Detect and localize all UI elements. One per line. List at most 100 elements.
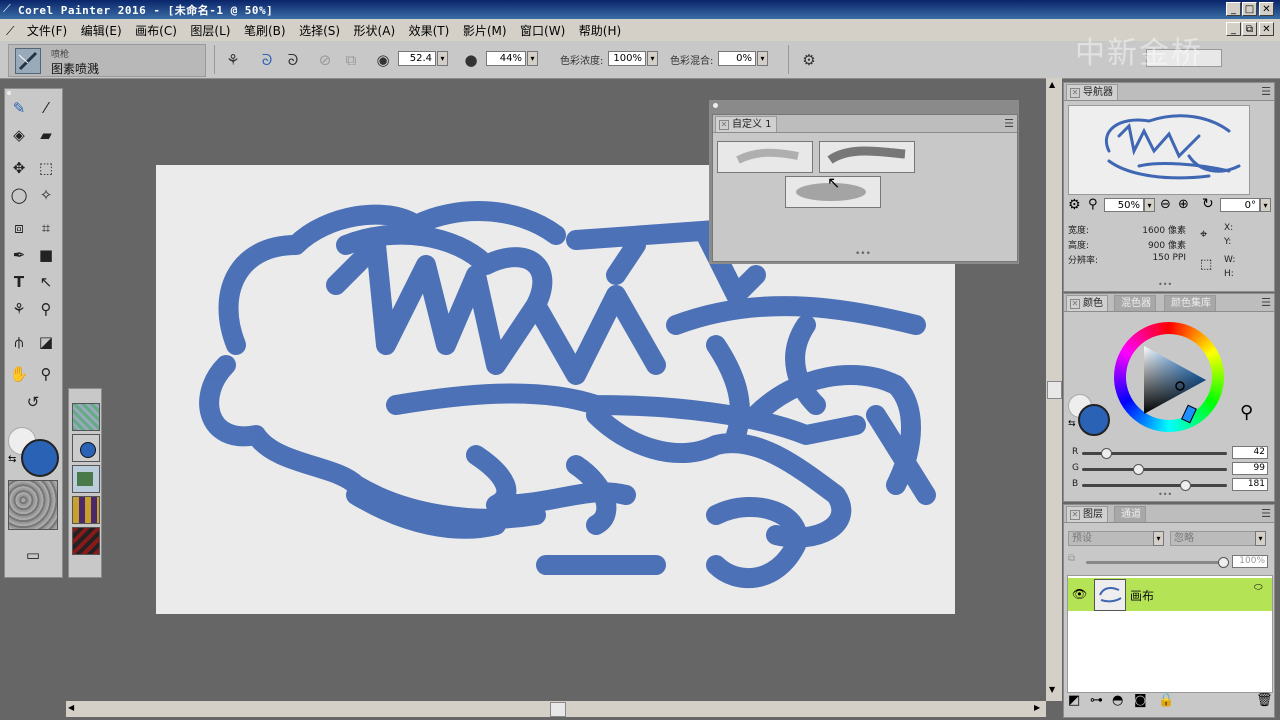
- perspective-icon[interactable]: ◪: [35, 331, 57, 353]
- rotation-field[interactable]: 0°: [1220, 198, 1260, 212]
- tab-mixer[interactable]: 混色器: [1114, 295, 1156, 311]
- opacity-field[interactable]: 44%: [486, 51, 526, 66]
- layer-opacity-knob[interactable]: [1218, 557, 1229, 568]
- color-mix-field[interactable]: 0%: [718, 51, 756, 66]
- magnifier-icon[interactable]: ⚲: [35, 363, 57, 385]
- flow-map-swatch[interactable]: [72, 434, 100, 462]
- grabber-icon[interactable]: ✋: [8, 363, 30, 385]
- menu-effects[interactable]: 效果(T): [404, 19, 455, 42]
- close-button[interactable]: ✕: [1259, 2, 1274, 16]
- minimize-button[interactable]: _: [1226, 2, 1241, 16]
- g-slider-knob[interactable]: [1133, 464, 1145, 475]
- menu-layers[interactable]: 图层(L): [185, 19, 235, 42]
- lock-icon[interactable]: 🔒: [1158, 693, 1174, 708]
- main-color-swatch[interactable]: [1078, 404, 1110, 436]
- paper-swatch[interactable]: [8, 480, 58, 530]
- close-icon[interactable]: ✕: [1070, 88, 1080, 98]
- stroke-attributes-icon[interactable]: ⊘: [316, 51, 334, 69]
- lasso-icon[interactable]: ◯: [8, 184, 30, 206]
- scroll-right-icon[interactable]: ▶: [1034, 703, 1040, 712]
- new-layer-icon[interactable]: ◩: [1068, 693, 1080, 708]
- menu-file[interactable]: 文件(F): [22, 19, 72, 42]
- tab-channels[interactable]: 通道: [1114, 506, 1146, 522]
- layer-options-icon[interactable]: ⬭: [1254, 582, 1263, 593]
- document-view-icon[interactable]: ▭: [22, 544, 44, 566]
- menu-shapes[interactable]: 形状(A): [349, 19, 401, 42]
- scroll-left-icon[interactable]: ◀: [68, 703, 74, 712]
- close-icon[interactable]: ✕: [1070, 510, 1080, 520]
- tab-navigator[interactable]: ✕ 导航器: [1066, 84, 1118, 100]
- menu-window[interactable]: 窗口(W): [515, 19, 570, 42]
- doc-close-button[interactable]: ✕: [1259, 22, 1274, 36]
- size-dropdown[interactable]: ▾: [437, 51, 448, 66]
- opacity-dropdown[interactable]: ▾: [527, 51, 538, 66]
- close-icon[interactable]: ✕: [719, 120, 729, 130]
- tab-layers[interactable]: ✕ 图层: [1066, 506, 1108, 522]
- vertical-scrollbar[interactable]: ▲ ▼: [1046, 78, 1062, 701]
- rect-select-icon[interactable]: ⬚: [35, 157, 57, 179]
- panel-menu-icon[interactable]: ☰: [1261, 296, 1271, 309]
- b-slider-knob[interactable]: [1179, 480, 1191, 491]
- zoom-in-icon[interactable]: ⊕: [1178, 197, 1189, 212]
- b-slider[interactable]: [1082, 480, 1227, 491]
- mirror-icon[interactable]: ⫛: [8, 331, 30, 353]
- swap-colors-icon[interactable]: ⇆: [8, 454, 16, 465]
- rectangle-icon[interactable]: ■: [35, 244, 57, 266]
- preset-select[interactable]: 预设: [1068, 531, 1164, 546]
- color-density-field[interactable]: 100%: [608, 51, 646, 66]
- transform-icon[interactable]: ⧈: [8, 217, 30, 239]
- brush-options-icon[interactable]: ⚙: [800, 51, 818, 69]
- scroll-up-icon[interactable]: ▲: [1049, 80, 1055, 89]
- composite-dropdown[interactable]: ▾: [1255, 531, 1266, 546]
- r-slider[interactable]: [1082, 448, 1227, 459]
- dropper-icon[interactable]: ⁄: [35, 97, 57, 119]
- horizontal-scroll-thumb[interactable]: [550, 702, 566, 717]
- menu-edit[interactable]: 编辑(E): [76, 19, 127, 42]
- panel-menu-icon[interactable]: ☰: [1261, 85, 1271, 98]
- panel-menu-icon[interactable]: ☰: [1261, 507, 1271, 520]
- nozzle-swatch[interactable]: [72, 527, 100, 555]
- freehand-stroke-icon[interactable]: ᘐ: [258, 51, 276, 69]
- menu-select[interactable]: 选择(S): [294, 19, 345, 42]
- settings-icon[interactable]: ⚙: [1068, 197, 1081, 213]
- resize-grip[interactable]: •••: [855, 249, 871, 259]
- resize-grip[interactable]: •••: [1158, 280, 1172, 289]
- brush-tool-icon[interactable]: ✎: [8, 97, 30, 119]
- composite-select[interactable]: 忽略: [1170, 531, 1266, 546]
- menu-help[interactable]: 帮助(H): [574, 19, 626, 42]
- main-color-swatch[interactable]: [21, 439, 59, 477]
- doc-minimize-button[interactable]: _: [1226, 22, 1241, 36]
- layer-opacity-slider[interactable]: [1086, 557, 1229, 568]
- eraser-icon[interactable]: ▰: [35, 124, 57, 146]
- swap-colors-icon[interactable]: ⇆: [1068, 419, 1076, 429]
- brush-selector[interactable]: 喷枪 图素喷溅: [8, 44, 206, 77]
- zoom-out-icon[interactable]: ⊖: [1160, 197, 1171, 212]
- panel-menu-icon[interactable]: ☰: [1004, 117, 1014, 130]
- paper-library-swatch[interactable]: [72, 403, 100, 431]
- close-icon[interactable]: ✕: [1070, 299, 1080, 309]
- size-field[interactable]: 52.4: [398, 51, 436, 66]
- paint-bucket-icon[interactable]: ◈: [8, 124, 30, 146]
- g-value[interactable]: 99: [1232, 462, 1268, 475]
- resize-grip[interactable]: •••: [1158, 490, 1172, 499]
- preset-dropdown[interactable]: ▾: [1153, 531, 1164, 546]
- saturation-triangle[interactable]: [1134, 338, 1214, 418]
- color-mix-dropdown[interactable]: ▾: [757, 51, 768, 66]
- reset-tool-icon[interactable]: ⧉: [342, 51, 360, 69]
- scroll-down-icon[interactable]: ▼: [1049, 685, 1055, 694]
- gradient-swatch[interactable]: [72, 496, 100, 524]
- adjust-layer-icon[interactable]: ◓: [1112, 693, 1123, 708]
- trash-icon[interactable]: 🗑: [1256, 693, 1273, 708]
- vertical-scroll-thumb[interactable]: [1047, 381, 1062, 399]
- shape-selection-icon[interactable]: ↖: [35, 271, 57, 293]
- hue-ring[interactable]: [1114, 322, 1224, 432]
- rotation-dropdown[interactable]: ▾: [1260, 198, 1271, 212]
- eye-icon[interactable]: 👁: [1072, 587, 1087, 601]
- brush-preset-2[interactable]: [819, 141, 915, 173]
- lock-transparency-icon[interactable]: ⧉: [1068, 553, 1075, 564]
- cloner-icon[interactable]: ⚘: [8, 298, 30, 320]
- link-layers-icon[interactable]: ⊶: [1090, 693, 1103, 708]
- zoom-dropdown[interactable]: ▾: [1144, 198, 1155, 212]
- layer-opacity-value[interactable]: 100%: [1232, 555, 1268, 568]
- menu-canvas[interactable]: 画布(C): [130, 19, 182, 42]
